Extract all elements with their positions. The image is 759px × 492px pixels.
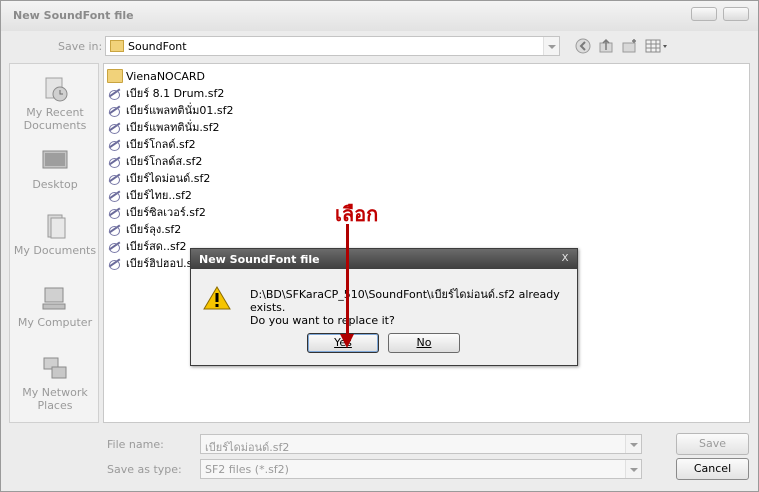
new-folder-icon[interactable] bbox=[621, 38, 639, 54]
chevron-down-icon[interactable] bbox=[543, 37, 559, 55]
view-menu-icon[interactable] bbox=[645, 38, 669, 54]
list-item[interactable]: เบียร์แพลทตินั่ม01.sf2 bbox=[107, 102, 233, 118]
up-folder-icon[interactable] bbox=[598, 38, 616, 54]
warning-icon bbox=[203, 286, 231, 310]
list-item[interactable]: เบียร์ 8.1 Drum.sf2 bbox=[107, 85, 224, 101]
file-name-field[interactable]: เบียร์ไดม่อนด์.sf2 bbox=[200, 434, 642, 454]
save-as-type-select[interactable]: SF2 files (*.sf2) bbox=[200, 459, 642, 479]
title-bar[interactable]: New SoundFont file bbox=[1, 1, 758, 31]
file-name-value: เบียร์ไดม่อนด์.sf2 bbox=[205, 441, 290, 454]
list-item[interactable]: เบียร์แพลทตินั่ม.sf2 bbox=[107, 119, 219, 135]
place-desktop[interactable]: Desktop bbox=[10, 146, 100, 191]
soundfont-file-icon bbox=[107, 154, 123, 168]
recent-documents-icon bbox=[45, 77, 68, 102]
soundfont-file-icon bbox=[107, 205, 123, 219]
place-my-computer[interactable]: My Computer bbox=[10, 284, 100, 329]
chevron-down-icon[interactable] bbox=[625, 460, 641, 478]
list-item[interactable]: เบียร์ไทย..sf2 bbox=[107, 187, 192, 203]
chevron-down-icon[interactable] bbox=[625, 435, 641, 453]
help-button[interactable] bbox=[691, 7, 717, 21]
annotation-arrow bbox=[346, 224, 349, 336]
list-item[interactable]: เบียร์ไดม่อนด์.sf2 bbox=[107, 170, 210, 186]
place-network-places[interactable]: My Network Places bbox=[10, 354, 100, 412]
place-label: My Computer bbox=[17, 316, 93, 329]
place-label: Desktop bbox=[32, 178, 78, 191]
soundfont-file-icon bbox=[107, 222, 123, 236]
dialog-title: New SoundFont file bbox=[199, 253, 320, 266]
my-documents-icon bbox=[47, 214, 66, 239]
no-button[interactable]: No bbox=[388, 333, 460, 353]
dialog-title-bar[interactable]: New SoundFont file X bbox=[191, 249, 577, 269]
file-name-label: File name: bbox=[107, 438, 164, 451]
soundfont-file-icon bbox=[107, 171, 123, 185]
close-button[interactable] bbox=[723, 7, 749, 21]
list-item[interactable]: เบียร์ฮิปฮอป.s bbox=[107, 255, 192, 271]
place-label: My Recent Documents bbox=[23, 106, 87, 132]
annotation-arrow-head bbox=[340, 334, 354, 348]
place-label: My Network Places bbox=[22, 386, 88, 412]
folder-icon bbox=[107, 69, 123, 83]
place-label: My Documents bbox=[13, 244, 97, 257]
list-item[interactable]: เบียร์โกลด์.sf2 bbox=[107, 136, 196, 152]
folder-icon bbox=[110, 40, 124, 52]
save-as-type-value: SF2 files (*.sf2) bbox=[205, 463, 289, 476]
save-dialog-window: New SoundFont file Save in: SoundFont My… bbox=[0, 0, 759, 492]
places-bar: My Recent Documents Desktop My Documents… bbox=[9, 63, 99, 423]
replace-confirm-dialog: New SoundFont file X D:\BD\SFKaraCP_510\… bbox=[190, 248, 578, 366]
dialog-message-line2: Do you want to replace it? bbox=[250, 314, 395, 327]
save-in-label: Save in: bbox=[58, 40, 103, 53]
desktop-icon bbox=[42, 150, 68, 169]
save-in-value: SoundFont bbox=[128, 40, 187, 53]
dialog-message-line1: D:\BD\SFKaraCP_510\SoundFont\เบียร์ไดม่อ… bbox=[250, 288, 560, 314]
file-list[interactable]: VienaNOCARD เบียร์ 8.1 Drum.sf2 เบียร์แพ… bbox=[103, 63, 750, 423]
soundfont-file-icon bbox=[107, 188, 123, 202]
list-item[interactable]: VienaNOCARD bbox=[107, 68, 205, 84]
place-my-documents[interactable]: My Documents bbox=[10, 212, 100, 257]
soundfont-file-icon bbox=[107, 256, 123, 270]
network-places-icon bbox=[43, 357, 67, 379]
list-item[interactable]: เบียร์โกลด์ส.sf2 bbox=[107, 153, 202, 169]
cancel-button[interactable]: Cancel bbox=[676, 458, 749, 480]
my-computer-icon bbox=[42, 287, 66, 310]
save-button[interactable]: Save bbox=[676, 433, 749, 455]
window-title: New SoundFont file bbox=[13, 9, 134, 22]
save-in-combo[interactable]: SoundFont bbox=[105, 36, 560, 56]
soundfont-file-icon bbox=[107, 103, 123, 117]
dialog-message: D:\BD\SFKaraCP_510\SoundFont\เบียร์ไดม่อ… bbox=[250, 288, 577, 327]
list-item[interactable]: เบียร์สด..sf2 bbox=[107, 238, 187, 254]
back-icon[interactable] bbox=[575, 38, 593, 54]
annotation-label: เลือก bbox=[335, 202, 379, 226]
soundfont-file-icon bbox=[107, 120, 123, 134]
list-item[interactable]: เบียร์ลุง.sf2 bbox=[107, 221, 181, 237]
close-icon[interactable]: X bbox=[557, 252, 573, 265]
place-recent-documents[interactable]: My Recent Documents bbox=[10, 74, 100, 132]
soundfont-file-icon bbox=[107, 86, 123, 100]
soundfont-file-icon bbox=[107, 239, 123, 253]
soundfont-file-icon bbox=[107, 137, 123, 151]
list-item[interactable]: เบียร์ซิลเวอร์.sf2 bbox=[107, 204, 206, 220]
save-as-type-label: Save as type: bbox=[107, 463, 182, 476]
